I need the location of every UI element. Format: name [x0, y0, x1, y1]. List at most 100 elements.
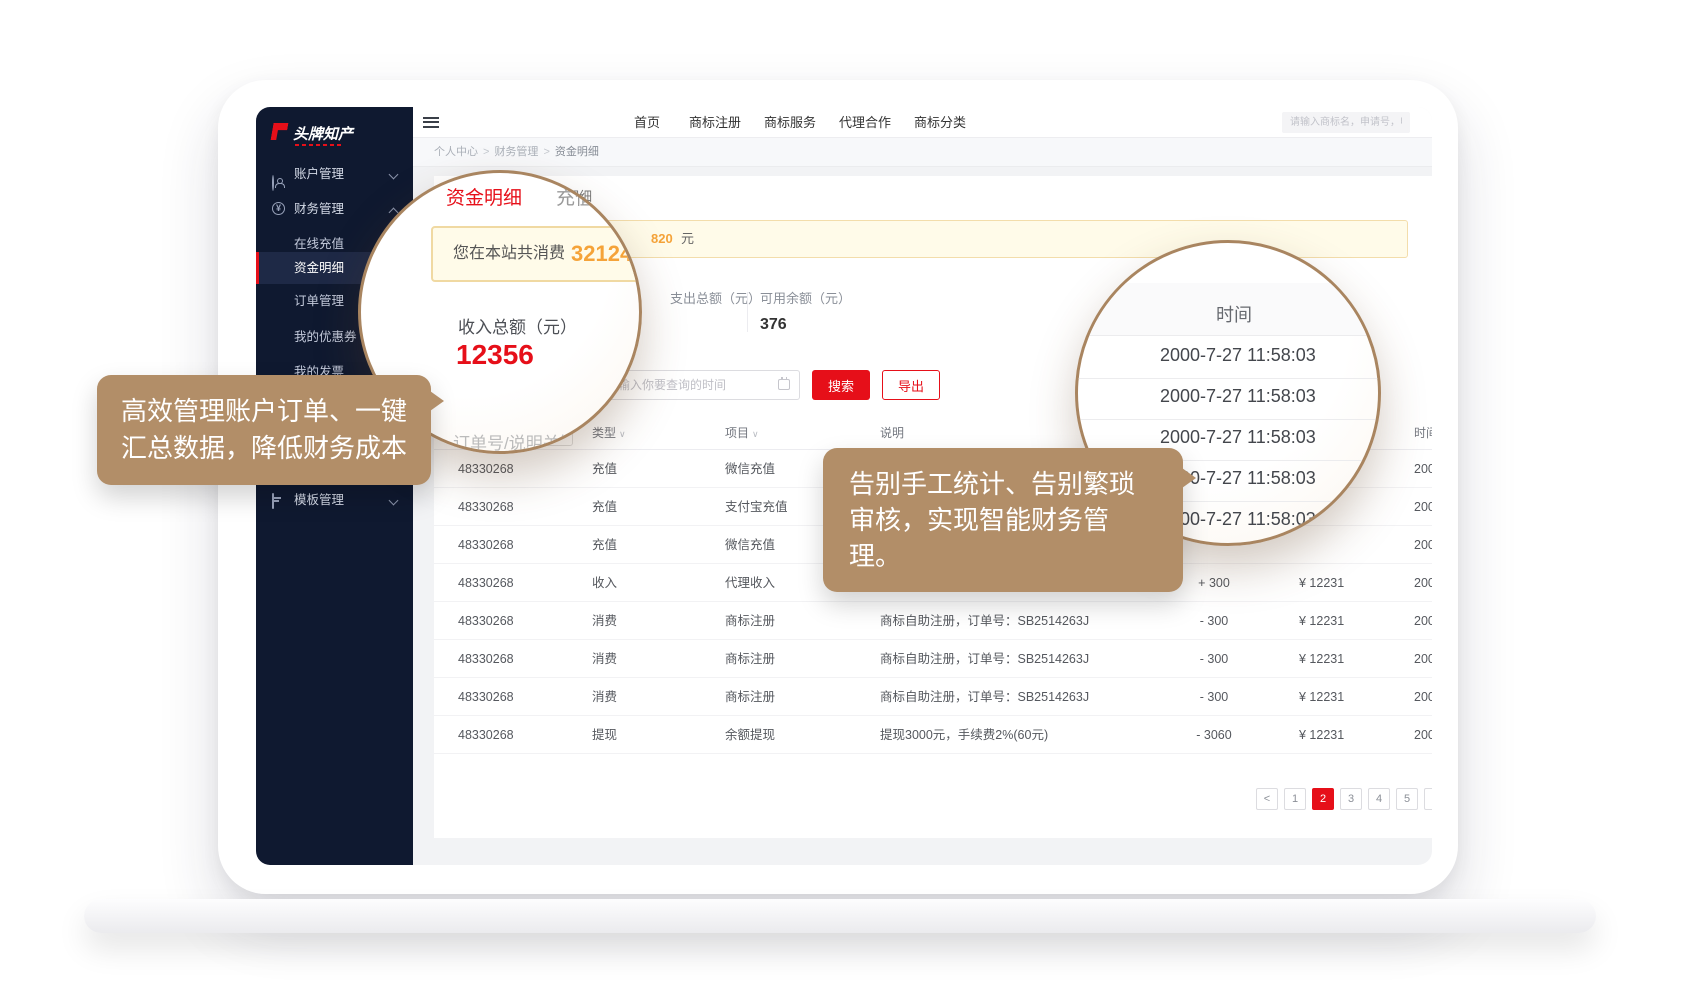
cell-order: 48330268: [458, 716, 514, 754]
magnified-banner-amount: 32124: [571, 228, 632, 280]
cell-time: 2000-7-27 11:58:03: [1414, 716, 1432, 754]
nav-item-trademark-register[interactable]: 商标注册: [689, 107, 741, 138]
cell-type: 消费: [592, 602, 617, 640]
cell-time: 2000-7-27 11:58:03: [1414, 488, 1432, 526]
magnified-time-value: 2000-7-27 11:58:03: [1160, 509, 1316, 530]
logo-title: 头牌知产: [293, 123, 353, 144]
cell-time: 2000-7-27 11:58:03: [1414, 678, 1432, 716]
cell-amount: - 300: [1174, 602, 1254, 640]
sidebar-item-label: 订单管理: [294, 285, 344, 317]
breadcrumb: 个人中心>财务管理>资金明细: [434, 138, 599, 167]
cell-time: 2000-7-27 11:58:03: [1414, 564, 1432, 602]
cell-type: 提现: [592, 716, 617, 754]
cell-project: 支付宝充值: [725, 488, 788, 526]
magnified-time-value: 2000-7-27 11:58:03: [1160, 386, 1316, 407]
magnified-tab-inactive: 充值明细: [556, 183, 632, 210]
cell-project: 商标注册: [725, 678, 775, 716]
user-icon: [272, 175, 274, 191]
sidebar-item-label: 账户管理: [294, 158, 344, 190]
cell-desc: 商标自助注册，订单号：SB2514263J: [880, 678, 1089, 716]
logo-subtext-dashes: [295, 144, 341, 146]
logo: 头牌知产: [272, 121, 402, 151]
cell-type: 收入: [592, 564, 617, 602]
cell-type: 充值: [592, 450, 617, 488]
breadcrumb-bar: 个人中心>财务管理>资金明细: [413, 138, 1432, 167]
banner-amount: 820: [651, 221, 673, 257]
magnified-time-value: 2000-7-27 11:58:03: [1160, 345, 1316, 366]
sidebar-item-finance[interactable]: ¥ 财务管理: [256, 193, 413, 225]
nav-item-trademark-category[interactable]: 商标分类: [914, 107, 966, 138]
breadcrumb-part[interactable]: 财务管理: [494, 146, 538, 158]
callout-arrow-icon: [430, 391, 444, 411]
template-icon: [272, 493, 274, 509]
cell-order: 48330268: [458, 640, 514, 678]
sidebar-item-templates[interactable]: 模板管理: [256, 484, 413, 516]
cell-type: 充值: [592, 488, 617, 526]
cell-balance: ¥ 12231: [1299, 716, 1344, 754]
header-desc: 说明: [880, 418, 904, 448]
yen-circle-icon: ¥: [272, 202, 285, 215]
table-row: 48330268 消费 商标注册 商标自助注册，订单号：SB2514263J -…: [434, 602, 1432, 640]
divider: [747, 292, 748, 332]
callout-arrow-icon: [1182, 468, 1196, 488]
pagination-next-button[interactable]: >: [1424, 788, 1432, 810]
cell-project: 代理收入: [725, 564, 775, 602]
sidebar-item-label: 资金明细: [294, 252, 344, 284]
export-button[interactable]: 导出: [882, 370, 940, 400]
cell-time: 2000-7-27 11:58:03: [1414, 450, 1432, 488]
cell-balance: ¥ 12231: [1299, 602, 1344, 640]
pagination-page-4[interactable]: 4: [1368, 788, 1390, 810]
cell-project: 商标注册: [725, 640, 775, 678]
table-row: 48330268 消费 商标注册 商标自助注册，订单号：SB2514263J -…: [434, 640, 1432, 678]
cell-order: 48330268: [458, 564, 514, 602]
pagination-page-2-active[interactable]: 2: [1312, 788, 1334, 810]
laptop-base: [84, 899, 1596, 933]
nav-item-trademark-service[interactable]: 商标服务: [764, 107, 816, 138]
cell-order: 48330268: [458, 678, 514, 716]
menu-icon[interactable]: [423, 117, 439, 128]
callout-right: 告别手工统计、告别繁琐 审核，实现智能财务管 理。: [823, 448, 1183, 592]
magnified-time-value: 2000-7-27 11:58:03: [1160, 427, 1316, 448]
cell-balance: ¥ 12231: [1299, 678, 1344, 716]
breadcrumb-part[interactable]: 个人中心: [434, 146, 478, 158]
pagination-page-3[interactable]: 3: [1340, 788, 1362, 810]
cell-project: 余额提现: [725, 716, 775, 754]
magnified-time-header: 时间: [1216, 301, 1252, 327]
trademark-search-input[interactable]: [1282, 112, 1410, 133]
cell-time: 2000-7-27 11:58:03: [1414, 640, 1432, 678]
search-button[interactable]: 搜索: [812, 370, 870, 400]
table-row: 48330268 提现 余额提现 提现3000元，手续费2%(60元) - 30…: [434, 716, 1432, 754]
cell-time: 2000-7-27 11:58:03: [1414, 526, 1432, 564]
cell-type: 充值: [592, 526, 617, 564]
header-type[interactable]: 类型∨: [592, 418, 626, 449]
stat-balance: 可用余额（元） 376: [760, 288, 851, 334]
cell-desc: 商标自助注册，订单号：SB2514263J: [880, 602, 1089, 640]
caret-down-icon: ∨: [752, 429, 759, 439]
cell-order: 48330268: [458, 450, 514, 488]
sidebar-item-label: 我的优惠券: [294, 321, 357, 353]
cell-type: 消费: [592, 678, 617, 716]
magnified-income-value: 12356: [456, 339, 534, 371]
calendar-icon[interactable]: [778, 379, 790, 390]
magnified-income-label: 收入总额（元）: [458, 313, 577, 338]
cell-project: 微信充值: [725, 526, 775, 564]
magnified-tab-active: 资金明细: [446, 183, 522, 210]
chevron-down-icon: [389, 496, 399, 506]
nav-item-agent-cooperation[interactable]: 代理合作: [839, 107, 891, 138]
magnified-banner: 您在本站共消费 32124 元: [431, 226, 642, 282]
cell-desc: 商标自助注册，订单号：SB2514263J: [880, 640, 1089, 678]
logo-icon: [271, 123, 289, 140]
stat-value: 376: [760, 316, 851, 334]
header-project[interactable]: 项目∨: [725, 418, 759, 449]
magnified-keyword-placeholder: 订单号/说明关键词: [453, 429, 594, 454]
caret-down-icon: ∨: [619, 429, 626, 439]
banner-unit: 元: [681, 221, 694, 257]
sidebar-item-account[interactable]: 账户管理: [256, 158, 413, 190]
cell-order: 48330268: [458, 526, 514, 564]
cell-amount: - 3060: [1174, 716, 1254, 754]
callout-left: 高效管理账户订单、一键 汇总数据，降低财务成本: [97, 375, 431, 485]
pagination-page-1[interactable]: 1: [1284, 788, 1306, 810]
pagination-prev-button[interactable]: <: [1256, 788, 1278, 810]
nav-item-home[interactable]: 首页: [634, 107, 660, 138]
pagination-page-5[interactable]: 5: [1396, 788, 1418, 810]
